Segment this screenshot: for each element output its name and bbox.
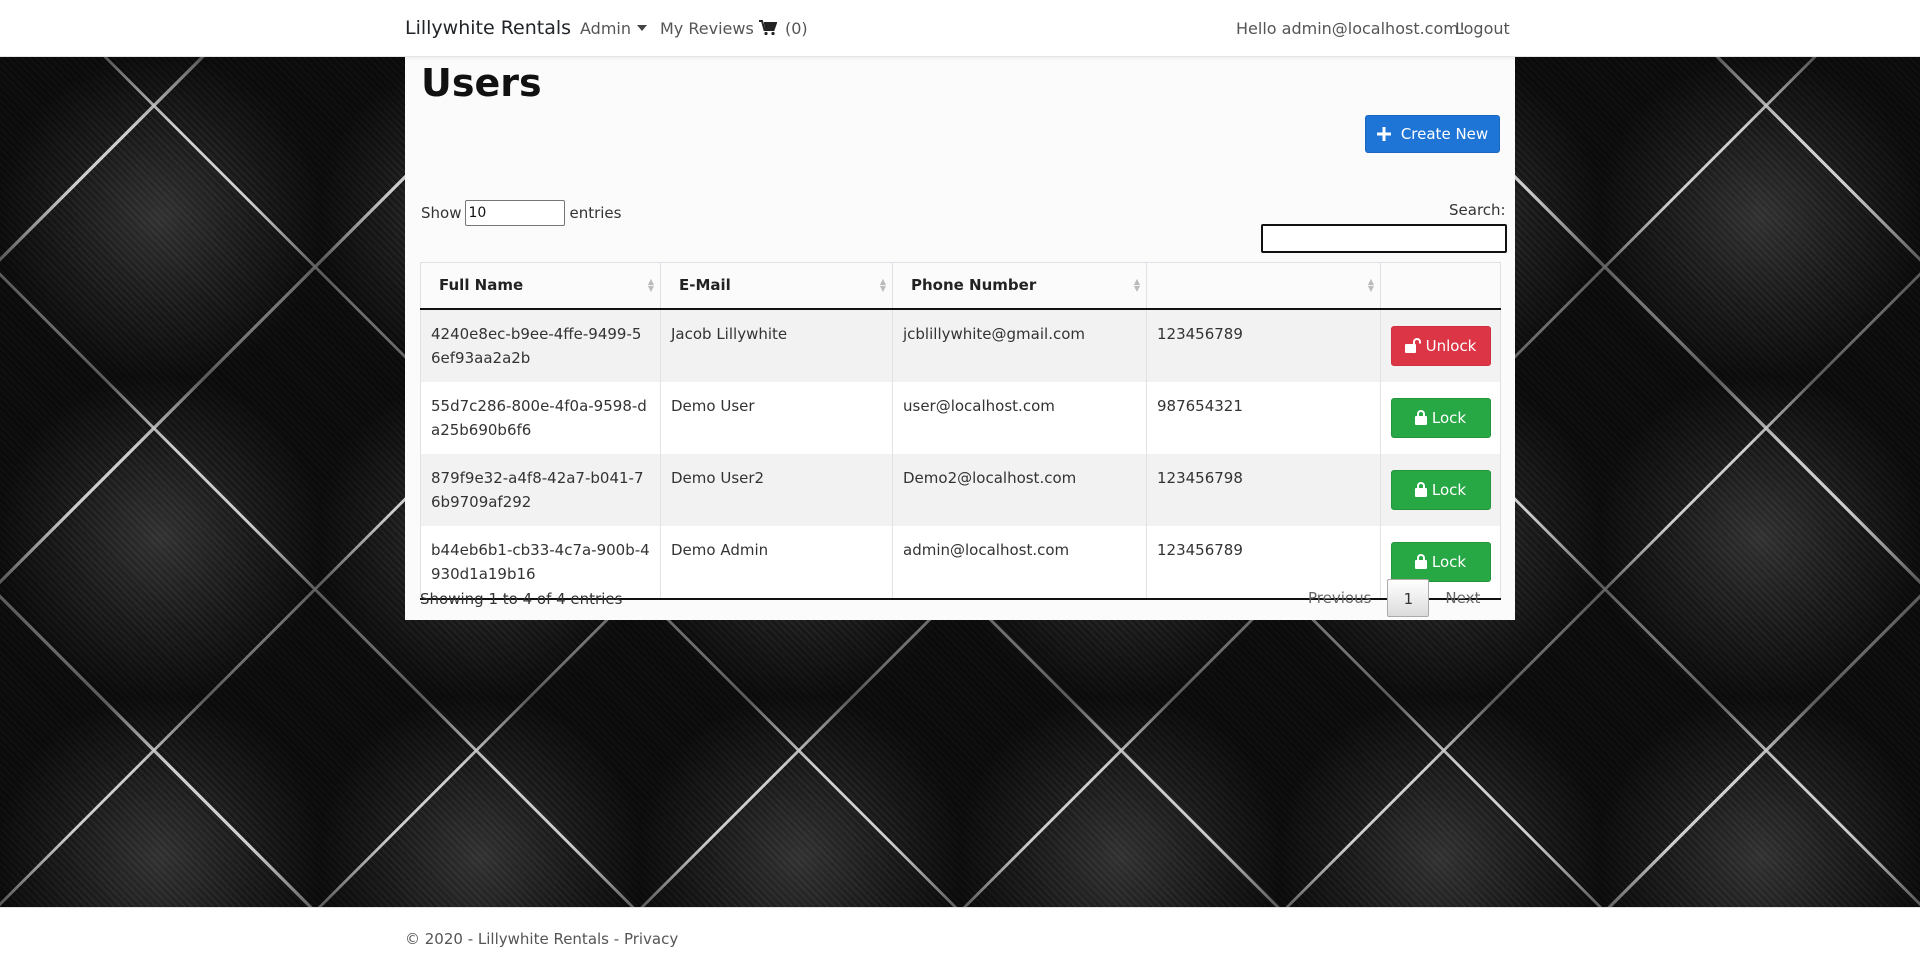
lock-icon xyxy=(1414,410,1427,425)
nav-my-reviews[interactable]: My Reviews xyxy=(660,19,754,38)
column-header-email[interactable]: E-Mail ▲ ▼ xyxy=(660,262,893,310)
current-page-button[interactable]: 1 xyxy=(1387,579,1430,617)
cell-email: Jacob Lillywhite xyxy=(660,308,893,382)
lock-icon xyxy=(1414,554,1427,569)
users-table: Full Name ▲ ▼ E-Mail ▲ ▼ Phone Number ▲ ▼ ▲ ▼ 4… xyxy=(420,262,1501,600)
cell-action: Lock xyxy=(1380,381,1501,454)
table-row: 4240e8ec-b9ee-4ffe-9499-56ef93aa2a2b Jac… xyxy=(420,308,1501,382)
sort-icon: ▲ ▼ xyxy=(647,277,654,294)
search-input[interactable] xyxy=(1261,224,1507,253)
nav-admin-label: Admin xyxy=(580,19,631,38)
lock-button[interactable]: Lock xyxy=(1390,397,1491,438)
cell-action: Lock xyxy=(1380,453,1501,526)
column-header-blank[interactable]: ▲ ▼ xyxy=(1146,262,1381,310)
entries-length-input[interactable] xyxy=(465,200,566,226)
length-prefix: Show xyxy=(421,204,462,222)
navbar: Lillywhite Rentals Admin My Reviews (0) … xyxy=(0,0,1920,57)
cell-full-name: 879f9e32-a4f8-42a7-b041-76b9709af292 xyxy=(420,453,661,526)
user-greeting[interactable]: Hello admin@localhost.com! xyxy=(1236,19,1465,38)
create-new-label: Create New xyxy=(1400,125,1489,143)
create-new-button[interactable]: Create New xyxy=(1365,115,1500,153)
caret-down-icon xyxy=(637,25,647,31)
cell-email: Demo User2 xyxy=(660,453,893,526)
brand-link[interactable]: Lillywhite Rentals xyxy=(405,17,571,39)
table-row: 55d7c286-800e-4f0a-9598-da25b690b6f6 Dem… xyxy=(420,381,1501,454)
copyright-text: © 2020 - Lillywhite Rentals - xyxy=(405,930,624,948)
cell-action: Unlock xyxy=(1380,308,1501,382)
cell-email: Demo User xyxy=(660,381,893,454)
cell-phone: jcblillywhite@gmail.com xyxy=(892,308,1147,382)
cart-count: (0) xyxy=(785,19,808,38)
table-info: Showing 1 to 4 of 4 entries xyxy=(420,590,623,608)
cell-full-name: b44eb6b1-cb33-4c7a-900b-4930d1a19b16 xyxy=(420,525,661,600)
unlock-button[interactable]: Unlock xyxy=(1390,325,1491,366)
cell-phone: admin@localhost.com xyxy=(892,525,1147,600)
sort-icon: ▲ ▼ xyxy=(1133,277,1140,294)
lock-label: Lock xyxy=(1431,408,1467,427)
logout-link[interactable]: Logout xyxy=(1455,19,1510,38)
sort-icon: ▲ ▼ xyxy=(1367,277,1374,294)
lock-icon xyxy=(1414,482,1427,497)
length-suffix: entries xyxy=(569,204,622,222)
search-label: Search: xyxy=(1449,201,1506,219)
column-header-full-name[interactable]: Full Name ▲ ▼ xyxy=(420,262,661,310)
page-title: Users xyxy=(421,61,542,105)
main-panel: Users Create New Show entries Search: Fu… xyxy=(405,57,1515,620)
cell-full-name: 4240e8ec-b9ee-4ffe-9499-56ef93aa2a2b xyxy=(420,308,661,382)
table-header-row: Full Name ▲ ▼ E-Mail ▲ ▼ Phone Number ▲ ▼ ▲ ▼ xyxy=(420,262,1501,310)
sort-icon: ▲ ▼ xyxy=(879,277,886,294)
unlock-label: Unlock xyxy=(1425,336,1477,355)
privacy-link[interactable]: Privacy xyxy=(624,930,678,948)
next-page-button[interactable]: Next xyxy=(1435,579,1490,617)
table-row: 879f9e32-a4f8-42a7-b041-76b9709af292 Dem… xyxy=(420,453,1501,526)
cell-phone: Demo2@localhost.com xyxy=(892,453,1147,526)
plus-icon xyxy=(1376,127,1391,141)
footer-text: © 2020 - Lillywhite Rentals - Privacy xyxy=(405,930,678,948)
column-header-phone[interactable]: Phone Number ▲ ▼ xyxy=(892,262,1147,310)
previous-page-button[interactable]: Previous xyxy=(1298,579,1381,617)
nav-cart[interactable]: (0) xyxy=(759,19,808,38)
cell-extra: 123456798 xyxy=(1146,453,1381,526)
column-header-label: Phone Number xyxy=(911,276,1037,295)
lock-label: Lock xyxy=(1431,480,1467,499)
lock-button[interactable]: Lock xyxy=(1390,541,1491,582)
cell-email: Demo Admin xyxy=(660,525,893,600)
lock-button[interactable]: Lock xyxy=(1390,469,1491,510)
cell-phone: user@localhost.com xyxy=(892,381,1147,454)
lock-label: Lock xyxy=(1431,552,1467,571)
entries-length-control: Show entries xyxy=(421,200,621,226)
column-header-label: Full Name xyxy=(439,276,524,295)
pagination: Previous 1 Next xyxy=(1298,579,1490,617)
cell-full-name: 55d7c286-800e-4f0a-9598-da25b690b6f6 xyxy=(420,381,661,454)
page-footer: © 2020 - Lillywhite Rentals - Privacy xyxy=(0,907,1920,967)
unlock-icon xyxy=(1404,338,1421,353)
nav-admin-dropdown[interactable]: Admin xyxy=(580,19,647,38)
cell-extra: 123456789 xyxy=(1146,308,1381,382)
column-header-actions xyxy=(1380,262,1501,310)
cart-icon xyxy=(759,20,777,36)
users-table-wrapper: Full Name ▲ ▼ E-Mail ▲ ▼ Phone Number ▲ ▼ ▲ ▼ 4… xyxy=(420,262,1501,600)
cell-extra: 987654321 xyxy=(1146,381,1381,454)
column-header-label: E-Mail xyxy=(679,276,731,295)
